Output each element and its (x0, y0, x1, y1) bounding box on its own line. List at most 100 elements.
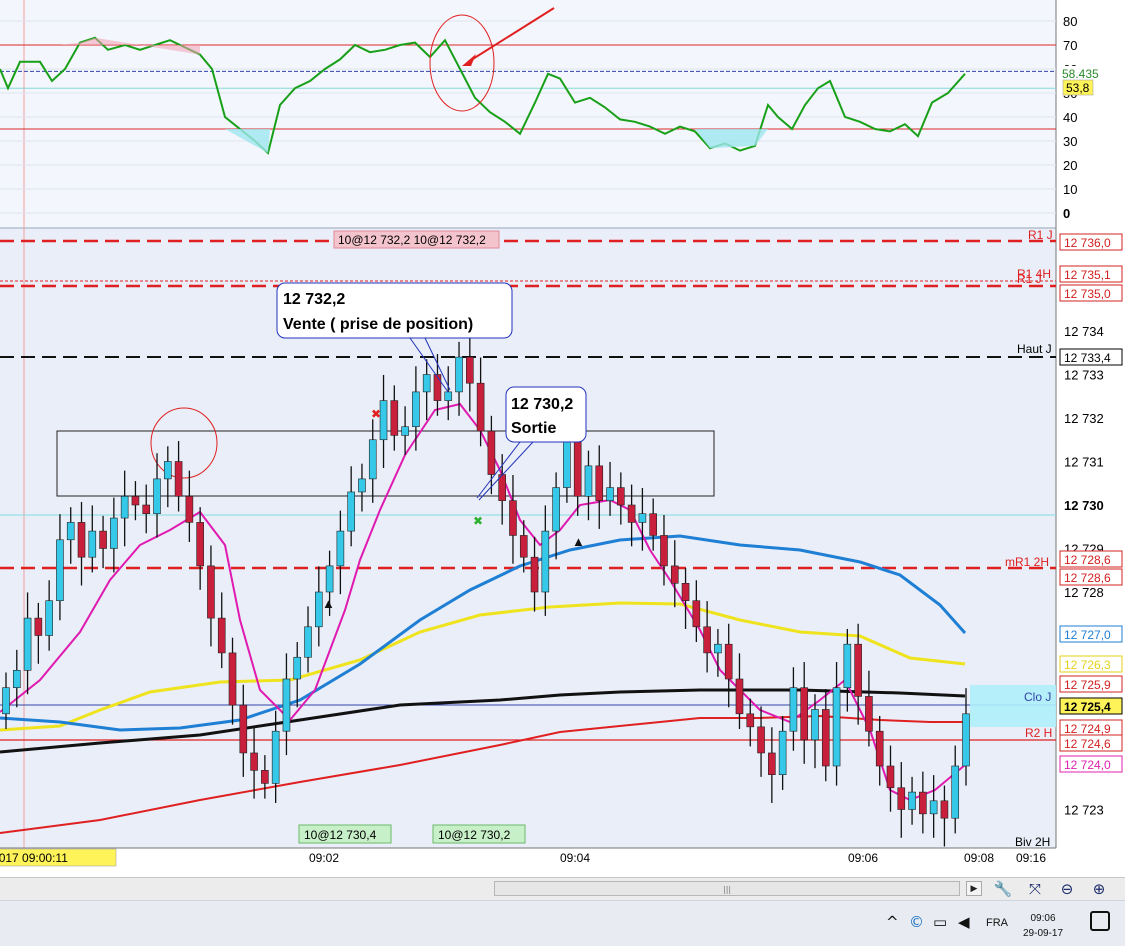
candle (541, 530, 550, 593)
price-axis-label: 12 728 (1064, 585, 1104, 600)
candle (768, 752, 776, 776)
rsi-axis-label: 0 (1063, 206, 1070, 221)
candle (897, 787, 906, 810)
clock-time: 09:06 (1030, 913, 1056, 924)
order-tag-top: 10@12 732,2 10@12 732,2 (338, 233, 486, 247)
network-icon[interactable]: ▭ (933, 913, 947, 931)
candle (627, 504, 636, 523)
price-tag: 12 728,6 (1064, 571, 1111, 585)
candle (23, 617, 32, 671)
candle (347, 491, 355, 532)
buy-arrow-icon: ▲ (572, 534, 585, 549)
candle (142, 504, 151, 514)
candle (325, 565, 334, 593)
candle (584, 465, 593, 497)
candle (886, 765, 895, 789)
callout-sell-text: Vente ( prise de position) (283, 316, 473, 333)
candle (433, 374, 442, 401)
candle (99, 530, 107, 549)
candle (422, 374, 431, 393)
price-tag: 12 728,6 (1064, 553, 1111, 567)
windows-taskbar: ^ © ▭ ◀ FRA 09:06 29-09-17 (0, 900, 1125, 946)
chart-canvas[interactable]: 8070605040302010058.43553,812 73412 7331… (0, 0, 1125, 945)
rsi-axis-label: 10 (1063, 182, 1077, 197)
candle (832, 687, 841, 767)
chevron-up-icon[interactable]: ^ (886, 913, 899, 931)
price-tag: 12 724,0 (1064, 758, 1111, 772)
candle (530, 556, 539, 593)
app-tray-icon[interactable]: © (909, 913, 924, 931)
level-label-r1-j2: R1 J (1017, 272, 1042, 286)
price-tag: 12 735,0 (1064, 287, 1111, 301)
volume-icon[interactable]: ◀ (958, 913, 970, 931)
candle (573, 435, 582, 497)
candle (649, 513, 657, 536)
time-start-label: 29 sept. 2017 09:00:11 (0, 851, 68, 865)
time-axis-label: 09:08 (964, 851, 994, 865)
taskbar-clock[interactable]: 09:06 29-09-17 (1014, 911, 1072, 941)
level-label-biv: Biv 2H (1015, 835, 1050, 849)
candle (304, 626, 312, 658)
candle (293, 656, 302, 680)
scrollbar-thumb[interactable]: ||| (494, 881, 960, 896)
candle (908, 791, 916, 810)
candle (56, 539, 64, 601)
candle (163, 461, 172, 480)
candle (821, 709, 830, 767)
candle (843, 643, 852, 689)
level-label-r1j: R1 J (1028, 228, 1053, 242)
level-label-haut-j: Haut J (1017, 342, 1052, 356)
candle (217, 617, 226, 654)
price-tag: 12 725,9 (1064, 678, 1111, 692)
candle (692, 600, 701, 628)
sell-entry-marker: ✖ (371, 407, 381, 421)
candle (239, 704, 248, 754)
rsi-panel (0, 0, 1056, 228)
candle (962, 713, 970, 767)
candle (77, 522, 86, 558)
rsi-axis-label: 20 (1063, 158, 1077, 173)
horizontal-scrollbar[interactable]: ||| ▶ (0, 877, 988, 900)
zoom-in-icon[interactable]: ⊕ (1088, 879, 1110, 899)
candle (703, 626, 711, 654)
candle (390, 400, 399, 436)
wrench-icon[interactable]: 🔧 (992, 879, 1014, 899)
candle (509, 500, 517, 536)
price-tag: 12 733,4 (1064, 351, 1111, 365)
candle (196, 522, 204, 567)
candle (444, 391, 453, 401)
notification-icon[interactable] (1090, 911, 1110, 931)
candle (412, 391, 420, 427)
candle (282, 678, 291, 732)
candle (670, 565, 679, 584)
candle (951, 765, 960, 819)
candle (476, 382, 485, 432)
zoom-fit-icon[interactable]: ⤧ (1024, 879, 1046, 899)
callout-exit-text: Sortie (511, 420, 556, 437)
buy-arrow-icon: ▲ (322, 596, 335, 611)
level-label-clo-j: Clo J (1024, 690, 1051, 704)
candle (778, 730, 787, 776)
candle (865, 696, 873, 732)
time-axis-label: 09:06 (848, 851, 878, 865)
zoom-out-icon[interactable]: ⊖ (1056, 879, 1078, 899)
language-indicator[interactable]: FRA (986, 917, 1008, 929)
rsi-axis-label: 30 (1063, 134, 1077, 149)
price-axis-label: 12 723 (1064, 803, 1104, 818)
rsi-axis-label: 70 (1063, 38, 1077, 53)
price-axis-label: 12 734 (1064, 324, 1104, 339)
candle (811, 709, 819, 741)
order-tag-b: 10@12 730,2 (438, 828, 511, 842)
candle (660, 535, 668, 567)
candle (800, 687, 809, 741)
candle (735, 678, 744, 715)
candle (174, 461, 183, 497)
rsi-axis-label: 80 (1063, 14, 1077, 29)
scroll-right-arrow[interactable]: ▶ (966, 881, 982, 896)
candle (552, 487, 560, 532)
level-label-r2h: R2 H (1025, 726, 1052, 740)
candle (131, 495, 140, 506)
clock-date: 29-09-17 (1022, 928, 1064, 939)
callout-exit-price: 12 730,2 (511, 396, 573, 413)
price-tag: 12 726,3 (1064, 658, 1111, 672)
